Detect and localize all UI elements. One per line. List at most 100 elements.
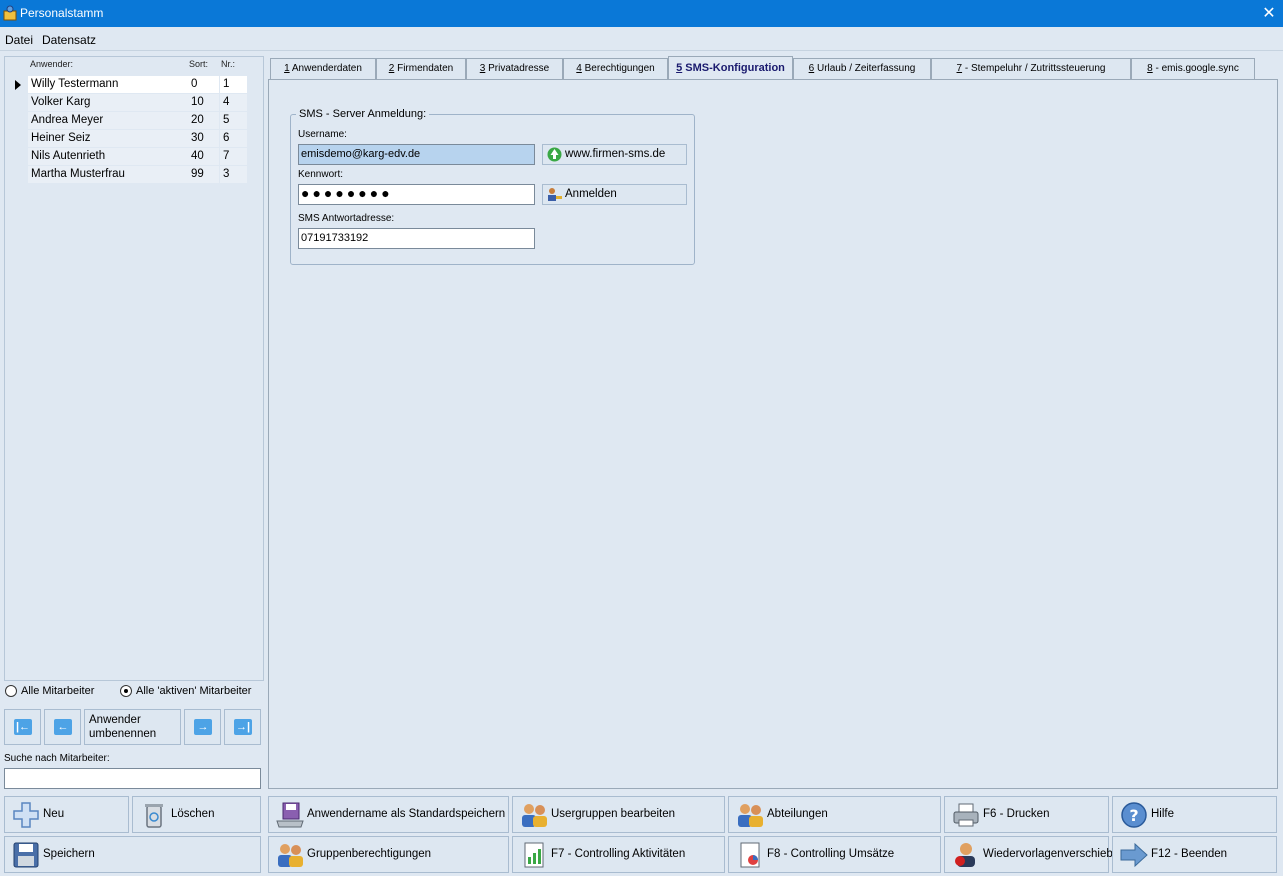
cell-name[interactable]: Volker Karg [28,94,189,111]
edit-usergroups-button[interactable]: Usergruppen bearbeiten [512,796,725,833]
edit-usergroups-label: Usergruppen bearbeiten [551,808,676,820]
first-record-button[interactable]: |← [4,709,41,745]
cell-sort[interactable]: 10 [188,94,219,111]
firmen-sms-link-button[interactable]: www.firmen-sms.de [542,144,687,165]
save-button[interactable]: Speichern [4,836,261,873]
departments-label: Abteilungen [767,808,828,820]
arrow-right-icon: → [194,719,212,735]
cell-name[interactable]: Willy Testermann [28,76,189,93]
print-label: F6 - Drucken [983,808,1050,820]
save-as-standard-button[interactable]: Anwendername als Standard speichern [268,796,509,833]
password-label: Kennwort: [298,169,344,180]
print-button[interactable]: F6 - Drucken [944,796,1109,833]
chart-sheet-icon [524,842,544,868]
controlling-revenue-label: F8 - Controlling Umsätze [767,848,895,860]
tab-urlaub-zeiterfassung[interactable]: 6 Urlaub / Zeiterfassung [793,58,931,79]
cell-name[interactable]: Heiner Seiz [28,130,189,147]
delete-button[interactable]: Löschen [132,796,261,833]
user-list[interactable]: Anwender: Sort: Nr.: Willy Testermann 0 … [4,56,264,681]
controlling-activities-button[interactable]: F7 - Controlling Aktivitäten [512,836,725,873]
tab-berechtigungen[interactable]: 4 Berechtigungen [563,58,668,79]
arrow-left-icon: ← [54,719,72,735]
cell-nr[interactable]: 3 [220,166,247,183]
menu-datensatz[interactable]: Datensatz [42,33,96,47]
rename-label-line1: Anwender [89,714,141,726]
row-indicator [7,94,27,111]
cell-name[interactable]: Martha Musterfrau [28,166,189,183]
table-row[interactable]: Willy Testermann 0 1 [7,76,247,94]
cell-name[interactable]: Nils Autenrieth [28,148,189,165]
cell-sort[interactable]: 0 [188,76,219,93]
user-arrow-icon [955,843,975,867]
rename-user-button[interactable]: Anwender umbenennen [84,709,181,745]
previous-record-button[interactable]: ← [44,709,81,745]
svg-text:?: ? [1129,806,1138,825]
label-line1: Wiedervorlagen [983,848,1064,860]
tab-stempeluhr[interactable]: 7 - Stempeluhr / Zutrittssteuerung [931,58,1131,79]
cell-nr[interactable]: 4 [220,94,247,111]
row-indicator [7,130,27,147]
last-record-button[interactable]: →| [224,709,261,745]
cell-nr[interactable]: 7 [220,148,247,165]
trash-icon [145,804,163,828]
menu-datei[interactable]: Datei [5,33,33,47]
help-button[interactable]: ? Hilfe [1112,796,1277,833]
username-label: Username: [298,129,347,140]
cell-sort[interactable]: 20 [188,112,219,129]
radio-dot[interactable] [5,685,17,697]
close-icon[interactable]: ✕ [1255,0,1283,27]
new-button[interactable]: Neu [4,796,129,833]
move-reminders-button[interactable]: Wiedervorlagen verschieben [944,836,1126,873]
search-input[interactable] [4,768,261,789]
delete-label: Löschen [171,808,215,820]
reply-address-field[interactable]: 07191733192 [298,228,535,249]
label-line2: speichern [455,808,506,820]
exit-label: F12 - Beenden [1151,848,1228,860]
table-row[interactable]: Nils Autenrieth 40 7 [7,148,247,166]
save-as-standard-label: Anwendername als Standard speichern [307,797,505,832]
floppy-disk-icon [13,842,39,868]
login-button[interactable]: Anmelden [542,184,687,205]
cell-sort[interactable]: 30 [188,130,219,147]
cell-sort[interactable]: 99 [188,166,219,183]
column-header-sort[interactable]: Sort: [189,59,208,69]
tab-google-sync[interactable]: 8 - emis.google.sync [1131,58,1255,79]
plus-icon [13,802,39,828]
pie-sheet-icon [740,842,760,868]
cell-nr[interactable]: 1 [220,76,247,93]
cell-name[interactable]: Andrea Meyer [28,112,189,129]
password-field[interactable]: ●●●●●●●● [298,184,535,205]
column-header-nr[interactable]: Nr.: [221,59,235,69]
table-row[interactable]: Heiner Seiz 30 6 [7,130,247,148]
controlling-revenue-button[interactable]: F8 - Controlling Umsätze [728,836,941,873]
tab-firmendaten[interactable]: 2 Firmendaten [376,58,466,79]
exit-button[interactable]: F12 - Beenden [1112,836,1277,873]
arrow-right-icon [1120,842,1148,868]
table-row[interactable]: Martha Musterfrau 99 3 [7,166,247,184]
group-title: SMS - Server Anmeldung: [296,108,430,120]
radio-label: Alle Mitarbeiter [21,685,95,697]
cell-sort[interactable]: 40 [188,148,219,165]
next-record-button[interactable]: → [184,709,221,745]
table-row[interactable]: Volker Karg 10 4 [7,94,247,112]
cell-nr[interactable]: 6 [220,130,247,147]
reply-address-label: SMS Antwortadresse: [298,213,395,224]
tab-label: - emis.google.sync [1152,63,1239,74]
table-row[interactable]: Andrea Meyer 20 5 [7,112,247,130]
username-field[interactable]: emisdemo@karg-edv.de [298,144,535,165]
app-icon [3,5,17,21]
firmen-sms-link-label: www.firmen-sms.de [565,148,666,160]
tab-label: Urlaub / Zeiterfassung [814,63,916,74]
group-permissions-button[interactable]: Gruppenberechtigungen [268,836,509,873]
tab-sms-konfiguration[interactable]: 5 SMS-Konfiguration [668,56,793,80]
column-header-name[interactable]: Anwender: [30,59,73,69]
tab-privatadresse[interactable]: 3 Privatadresse [466,58,563,79]
departments-button[interactable]: Abteilungen [728,796,941,833]
save-label: Speichern [43,848,95,860]
help-icon: ? [1121,802,1147,828]
cell-nr[interactable]: 5 [220,112,247,129]
users-icon [522,804,547,827]
tab-anwenderdaten[interactable]: 1 Anwenderdaten [270,58,376,79]
radio-dot[interactable] [120,685,132,697]
row-pointer-icon [15,80,21,90]
